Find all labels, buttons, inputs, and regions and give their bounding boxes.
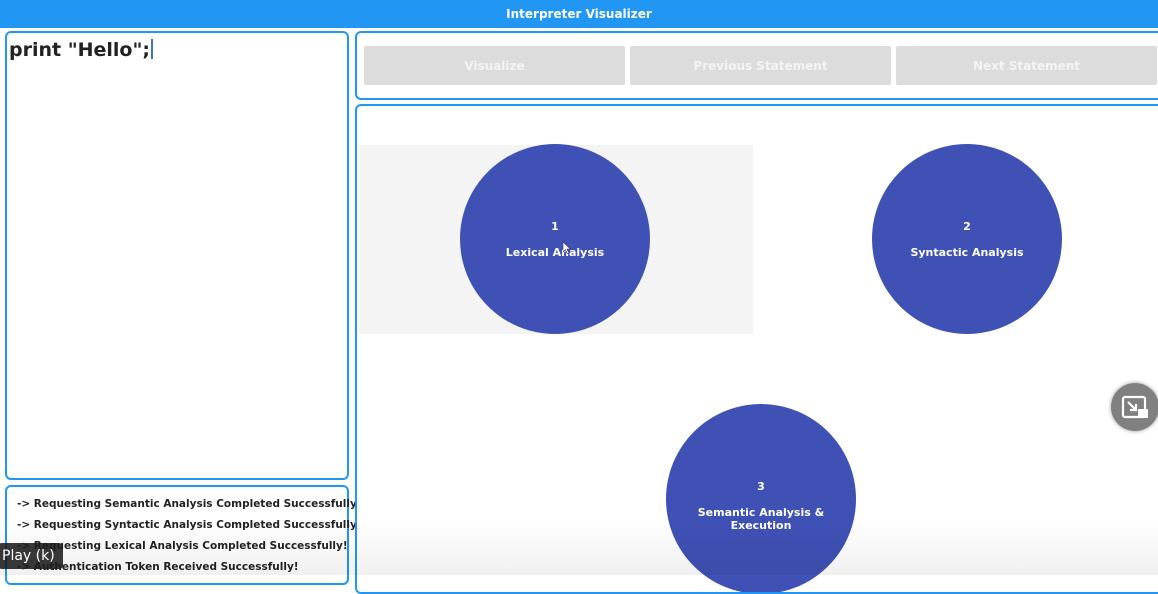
- visualization-canvas: 1 Lexical Analysis 2 Syntactic Analysis …: [355, 104, 1158, 594]
- code-text[interactable]: print "Hello";: [9, 39, 150, 61]
- stage-label: Semantic Analysis & Execution: [697, 506, 825, 532]
- stage-label: Lexical Analysis: [505, 246, 605, 259]
- mouse-cursor-icon: [563, 242, 571, 254]
- play-tooltip: Play (k): [0, 543, 63, 569]
- controls-toolbar: Visualize Previous Statement Next Statem…: [355, 31, 1158, 100]
- stage-node-syntactic[interactable]: 2 Syntactic Analysis: [872, 144, 1062, 334]
- app-title-bar: Interpreter Visualizer: [0, 0, 1158, 28]
- picture-in-picture-icon: [1121, 395, 1148, 419]
- stage-node-lexical[interactable]: 1 Lexical Analysis: [460, 144, 650, 334]
- log-panel: -> Requesting Semantic Analysis Complete…: [5, 485, 362, 585]
- picture-in-picture-button[interactable]: [1111, 383, 1158, 431]
- previous-statement-button[interactable]: Previous Statement: [630, 46, 891, 85]
- visualize-button[interactable]: Visualize: [364, 46, 625, 85]
- app-title: Interpreter Visualizer: [506, 7, 652, 21]
- stage-number: 2: [963, 220, 971, 233]
- code-editor[interactable]: print "Hello";: [5, 31, 349, 480]
- stage-label: Syntactic Analysis: [910, 246, 1024, 259]
- next-statement-button[interactable]: Next Statement: [896, 46, 1157, 85]
- log-line: -> Requesting Syntactic Analysis Complet…: [17, 519, 362, 531]
- stage-number: 1: [551, 220, 559, 233]
- log-line: -> Requesting Lexical Analysis Completed…: [17, 540, 348, 552]
- text-caret: [150, 39, 153, 59]
- stage-number: 3: [757, 480, 765, 493]
- log-line: -> Requesting Semantic Analysis Complete…: [17, 498, 362, 510]
- stage-node-semantic[interactable]: 3 Semantic Analysis & Execution: [666, 404, 856, 592]
- code-editor-content[interactable]: print "Hello";: [9, 39, 153, 61]
